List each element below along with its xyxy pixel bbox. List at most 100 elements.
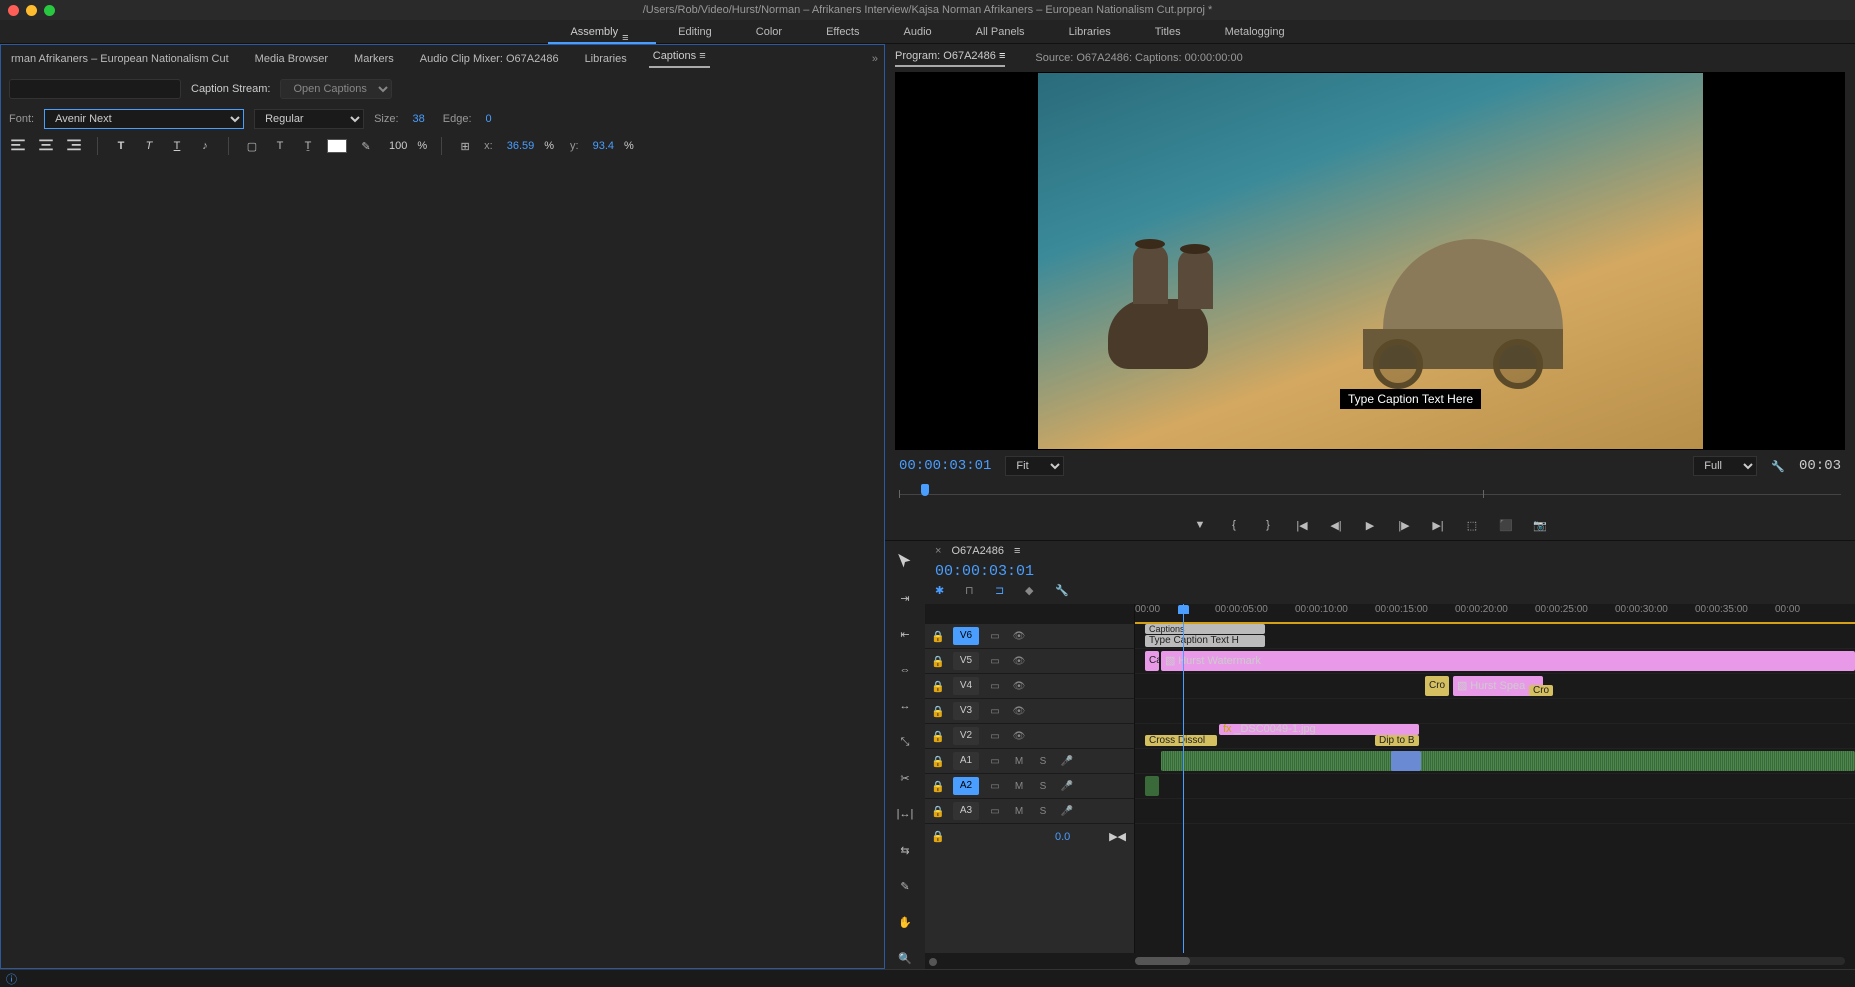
linked-selection-icon[interactable]: ⊐ [995,584,1013,602]
tab-program[interactable]: Program: O67A2486 ≡ [895,50,1005,67]
clips-area[interactable]: 00:00 00:00:05:00 00:00:10:00 00:00:15:0… [1135,604,1855,953]
timeline-hscroll[interactable] [925,953,1855,969]
clip-cro1[interactable]: Cro [1425,676,1449,696]
lock-icon[interactable]: 🔒 [931,730,945,743]
track-v2-label[interactable]: V2 [953,727,979,745]
time-ruler[interactable]: 00:00 00:00:05:00 00:00:10:00 00:00:15:0… [1135,604,1855,624]
scroll-thumb[interactable] [1135,957,1190,965]
workspace-effects[interactable]: Effects [804,20,881,44]
record-icon[interactable]: 🎤 [1059,806,1075,817]
clip-track-a1[interactable] [1135,749,1855,774]
track-v3-label[interactable]: V3 [953,702,979,720]
clip-hurst-watermark[interactable]: ▧ Hurst Watermark [1161,651,1855,671]
go-to-out-icon[interactable]: ▶| [1429,516,1447,534]
clip-cro2[interactable]: Cro [1529,685,1553,696]
sync-lock-icon[interactable]: ▭ [987,756,1003,767]
track-v4-label[interactable]: V4 [953,677,979,695]
opacity-value[interactable]: 100 [389,140,407,152]
mark-in-icon[interactable]: { [1225,516,1243,534]
bg-box-icon[interactable]: ▢ [243,137,261,155]
tab-audio-clip-mixer[interactable]: Audio Clip Mixer: O67A2486 [416,53,563,65]
sync-lock-icon[interactable]: ▭ [987,681,1003,692]
track-header-v3[interactable]: 🔒V3▭👁 [925,699,1134,724]
sync-lock-icon[interactable]: ▭ [987,631,1003,642]
program-scrubber[interactable] [899,482,1841,510]
go-to-in-icon[interactable]: |◀ [1293,516,1311,534]
clip-track-v2[interactable]: Cross Dissol fx _DSC0049-1.jpg Dip to B [1135,724,1855,749]
sync-lock-icon[interactable]: ▭ [987,731,1003,742]
mute-icon[interactable]: M [1011,806,1027,817]
info-icon[interactable]: ⓘ [6,971,17,987]
eye-icon[interactable]: 👁 [1011,706,1027,717]
track-header-v5[interactable]: 🔒V5▭👁 [925,649,1134,674]
track-a3-label[interactable]: A3 [953,802,979,820]
clip-track-v5[interactable]: Ca ▧ Hurst Watermark [1135,649,1855,674]
caption-search-input[interactable] [9,79,181,99]
clip-cross-dissolve[interactable]: Cross Dissol [1145,735,1217,746]
rate-stretch-icon[interactable]: ⤡ [894,731,916,753]
sequence-name[interactable]: O67A2486 [951,545,1004,557]
track-select-back-icon[interactable]: ⇤ [894,623,916,645]
rolling-edit-icon[interactable]: ↔ [894,695,916,717]
add-marker-icon[interactable]: ▼ [1191,516,1209,534]
solo-icon[interactable]: S [1035,806,1051,817]
solo-icon[interactable]: S [1035,756,1051,767]
lock-icon[interactable]: 🔒 [931,680,945,693]
razor-tool-icon[interactable]: ✂ [894,767,916,789]
tab-libraries[interactable]: Libraries [581,53,631,65]
lock-icon[interactable]: 🔒 [931,830,945,843]
clip-track-v6[interactable]: Captions Type Caption Text H [1135,624,1855,649]
font-family-select[interactable]: Avenir Next [44,109,244,129]
zoom-out-handle[interactable] [929,958,937,966]
track-header-v4[interactable]: 🔒V4▭👁 [925,674,1134,699]
sync-lock-icon[interactable]: ▭ [987,781,1003,792]
marker-icon[interactable]: ◆ [1025,584,1043,602]
export-frame-icon[interactable]: 📷 [1531,516,1549,534]
clip-track-v3[interactable] [1135,699,1855,724]
settings-icon[interactable]: 🔧 [1771,460,1785,473]
pen-tool-icon[interactable]: ✎ [894,875,916,897]
play-icon[interactable]: ▶ [1361,516,1379,534]
italic-icon[interactable]: T [140,137,158,155]
underline-icon[interactable]: T [168,137,186,155]
workspace-assembly[interactable]: Assembly≡ [548,20,656,44]
sync-lock-icon[interactable]: ▭ [987,656,1003,667]
music-note-icon[interactable]: ♪ [196,137,214,155]
workspace-color[interactable]: Color [734,20,804,44]
panel-menu-icon[interactable]: ≡ [699,50,705,62]
step-back-icon[interactable]: ◀| [1327,516,1345,534]
playhead[interactable] [1183,604,1184,953]
lock-icon[interactable]: 🔒 [931,630,945,643]
y-value[interactable]: 93.4 [593,140,614,152]
slide-tool-icon[interactable]: ⇆ [894,839,916,861]
text-color-swatch[interactable] [327,139,347,153]
tab-markers[interactable]: Markers [350,53,398,65]
clip-track-v4[interactable]: Cro ▧ Hurst Spea Cro [1135,674,1855,699]
eyedropper-icon[interactable]: ✎ [357,137,375,155]
workspace-allpanels[interactable]: All Panels [954,20,1047,44]
lock-icon[interactable]: 🔒 [931,755,945,768]
video-monitor[interactable]: Type Caption Text Here [895,72,1845,450]
workspace-audio[interactable]: Audio [882,20,954,44]
caption-stream-select[interactable]: Open Captions [280,79,392,99]
track-select-forward-icon[interactable]: ⇥ [894,587,916,609]
clip-small-pink[interactable]: Ca [1145,651,1159,671]
tab-media-browser[interactable]: Media Browser [251,53,332,65]
workspace-metalogging[interactable]: Metalogging [1203,20,1307,44]
eye-icon[interactable]: 👁 [1011,631,1027,642]
track-a2-label[interactable]: A2 [953,777,979,795]
sync-lock-icon[interactable]: ▭ [987,806,1003,817]
lock-icon[interactable]: 🔒 [931,705,945,718]
record-icon[interactable]: 🎤 [1059,781,1075,792]
text-only-icon[interactable]: T [271,137,289,155]
program-timecode[interactable]: 00:00:03:01 [899,458,991,474]
clip-dsc[interactable]: fx _DSC0049-1.jpg [1219,724,1419,735]
lock-icon[interactable]: 🔒 [931,780,945,793]
extract-icon[interactable]: ⬛ [1497,516,1515,534]
panel-menu-icon[interactable]: ≡ [622,26,634,38]
edge-value[interactable]: 0 [486,113,492,125]
mute-icon[interactable]: M [1011,756,1027,767]
track-v5-label[interactable]: V5 [953,652,979,670]
insert-mode-icon[interactable]: ✱ [935,584,953,602]
tab-project[interactable]: rman Afrikaners – European Nationalism C… [7,53,233,65]
